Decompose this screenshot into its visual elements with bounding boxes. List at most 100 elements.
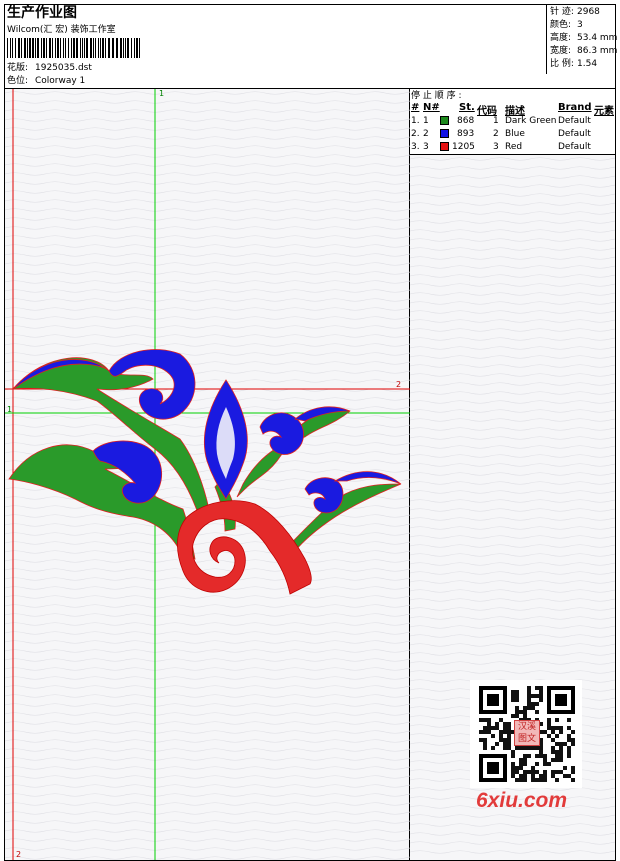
qr-module (543, 778, 547, 782)
qr-module (551, 758, 555, 762)
texture-line (5, 352, 410, 356)
qr-module (567, 726, 571, 730)
texture-line (5, 604, 410, 608)
barcode-bar (131, 38, 132, 58)
qr-module (507, 742, 511, 746)
texture-line (5, 253, 410, 257)
barcode-bar (95, 38, 96, 58)
texture-line (5, 145, 410, 149)
texture-line (5, 802, 410, 806)
texture-line (410, 580, 615, 584)
texture-line (410, 310, 615, 314)
qr-module (507, 722, 511, 726)
qr-module (515, 714, 519, 718)
qr-module (519, 774, 523, 778)
qr-module (531, 694, 535, 698)
qr-module (479, 718, 483, 722)
texture-line (410, 265, 615, 269)
qr-module (555, 718, 559, 722)
texture-line (410, 589, 615, 593)
texture-line (410, 328, 615, 332)
texture-line (410, 175, 615, 179)
texture-line (5, 550, 410, 554)
barcode-bar (27, 38, 28, 58)
texture-line (410, 238, 615, 242)
barcode-bar (41, 38, 42, 58)
texture-line (410, 526, 615, 530)
qr-module (503, 726, 507, 730)
barcode-bar (63, 38, 64, 58)
colorway-value: Colorway 1 (35, 76, 86, 86)
qr-module (511, 698, 515, 702)
qr-module (535, 694, 539, 698)
qr-module (543, 754, 547, 758)
qr-module (523, 714, 527, 718)
row1-n: 1 (423, 116, 429, 126)
qr-module (495, 726, 499, 730)
qr-finder (487, 694, 499, 706)
qr-module (539, 746, 543, 750)
qr-module (503, 742, 507, 746)
texture-line (5, 127, 410, 131)
texture-line (410, 643, 615, 647)
barcode-bar (116, 38, 118, 58)
barcode-bar (90, 38, 92, 58)
qr-module (523, 762, 527, 766)
texture-line (5, 91, 410, 95)
axis-label-bottom: 2 (16, 850, 21, 859)
qr-module (555, 754, 559, 758)
texture-line (410, 463, 615, 467)
row2-code: 2 (493, 129, 499, 139)
texture-line (5, 235, 410, 239)
barcode-bar (123, 38, 124, 58)
texture-line (410, 220, 615, 224)
texture-line (410, 256, 615, 260)
texture-line (410, 598, 615, 602)
texture-line (410, 247, 615, 251)
texture-line (5, 181, 410, 185)
qr-module (559, 742, 563, 746)
texture-line (5, 343, 410, 347)
texture-line (410, 400, 615, 404)
texture-line (410, 355, 615, 359)
texture-line (410, 373, 615, 377)
qr-module (567, 746, 571, 750)
qr-module (483, 742, 487, 746)
texture-line (5, 676, 410, 680)
barcode-bar (73, 38, 75, 58)
texture-line (410, 625, 615, 629)
qr-module (539, 690, 543, 694)
qr-module (527, 702, 531, 706)
qr-module (535, 770, 539, 774)
qr-module (531, 774, 535, 778)
qr-module (535, 702, 539, 706)
texture-line (5, 289, 410, 293)
texture-line (410, 616, 615, 620)
qr-module (511, 714, 515, 718)
qr-module (483, 718, 487, 722)
qr-module (503, 746, 507, 750)
texture-line (5, 397, 410, 401)
texture-line (5, 613, 410, 617)
texture-line (5, 757, 410, 761)
qr-module (519, 746, 523, 750)
texture-line (410, 211, 615, 215)
embroidery-canvas: 1 2 1 2 (5, 89, 410, 860)
qr-module (567, 738, 571, 742)
row1-color-swatch (440, 116, 449, 125)
texture-line (410, 850, 615, 854)
row1-brand: Default (558, 116, 591, 126)
col-header-n: N# (423, 102, 440, 113)
texture-line (5, 154, 410, 158)
col-header-element: 元素 (594, 106, 614, 117)
texture-line (5, 658, 410, 662)
texture-line (410, 454, 615, 458)
texture-line (410, 517, 615, 521)
texture-line (410, 553, 615, 557)
row1-stitches: 868 (457, 116, 475, 126)
texture-line (410, 562, 615, 566)
qr-module (555, 734, 559, 738)
qr-module (527, 694, 531, 698)
qr-module (527, 698, 531, 702)
qr-module (559, 746, 563, 750)
